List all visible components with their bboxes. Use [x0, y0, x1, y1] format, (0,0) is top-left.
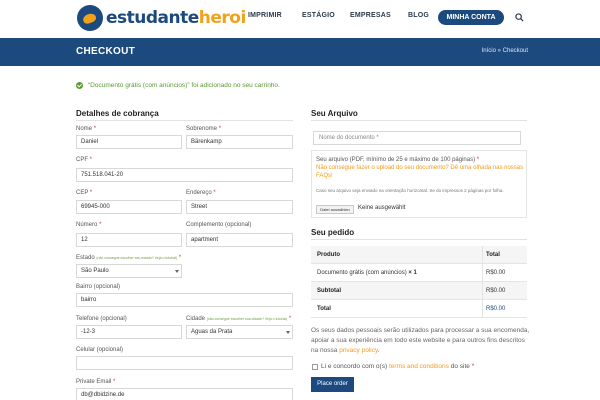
billing-divider — [76, 120, 293, 121]
check-circle-icon — [76, 82, 83, 89]
cart-notice: “Documento grátis (com anúncios)” foi ad… — [76, 82, 280, 89]
page-title-bar: CHECKOUT Início » Checkout — [0, 38, 600, 66]
email-input[interactable]: db@dbidzine.de — [76, 388, 293, 400]
estado-label: Estado (não consegue escolher seu estado… — [76, 255, 182, 261]
pedido-heading: Seu pedido — [311, 228, 355, 237]
sobrenome-input[interactable]: Bärenkamp — [186, 135, 293, 149]
order-item-row: Documento grátis (com anúncios) × 1 R$0.… — [311, 264, 527, 282]
logo-icon — [77, 5, 103, 31]
col-total: Total — [486, 252, 500, 258]
telefone-input[interactable]: -12-3 — [76, 325, 182, 339]
nav-imprimir[interactable]: IMPRIMIR — [248, 12, 282, 19]
minha-conta-button[interactable]: MINHA CONTA — [438, 10, 504, 25]
item-name: Documento grátis (com anúncios) × 1 — [317, 270, 417, 276]
logo-text: estudanteheroi — [106, 8, 246, 28]
terms-checkbox[interactable] — [312, 364, 318, 370]
total-value: R$0.00 — [486, 306, 506, 312]
total-label: Total — [317, 306, 331, 312]
search-icon[interactable] — [515, 13, 524, 22]
nav-empresas[interactable]: EMPRESAS — [350, 12, 391, 19]
choose-file-button[interactable]: Datei auswählen — [316, 205, 354, 214]
email-label: Private Email * — [76, 379, 116, 385]
cep-input[interactable]: 69945-000 — [76, 200, 182, 214]
upload-note: Caso seu arquivo seja enviado na orienta… — [316, 188, 504, 193]
nav-estagio[interactable]: ESTÁGIO — [302, 12, 335, 19]
item-total: R$0.00 — [486, 270, 506, 276]
arquivo-divider — [311, 120, 527, 121]
page-title: CHECKOUT — [76, 46, 136, 57]
complemento-label: Complemento (opcional) — [186, 222, 252, 228]
top-navbar: estudanteheroi IMPRIMIR ESTÁGIO EMPRESAS… — [0, 0, 600, 38]
estado-tutorial-link[interactable]: (não consegue escolher seu estado? Veja … — [96, 256, 177, 260]
endereco-input[interactable]: Street — [186, 200, 293, 214]
upload-instructions: Seu arquivo (PDF, mínimo de 25 e máximo … — [316, 157, 524, 179]
breadcrumb[interactable]: Início » Checkout — [482, 48, 528, 54]
cep-label: CEP * — [76, 190, 93, 196]
nome-input[interactable]: Daniel — [76, 135, 182, 149]
celular-input[interactable] — [76, 356, 293, 370]
chevron-down-icon — [175, 270, 179, 273]
sobrenome-label: Sobrenome * — [186, 126, 222, 132]
pedido-divider — [311, 239, 527, 240]
col-product: Produto — [317, 252, 340, 258]
upload-faq-link[interactable]: Não consegue fazer o upload do seu docum… — [316, 165, 523, 179]
numero-input[interactable]: 12 — [76, 233, 182, 247]
terms-label: Li e concordo com o(s) terms and conditi… — [321, 363, 475, 370]
cidade-tutorial-link[interactable]: (não consegue escolher sua cidade? Veja … — [207, 317, 288, 321]
telefone-label: Telefone (opcional) — [76, 316, 127, 322]
celular-label: Celular (opcional) — [76, 347, 124, 353]
table-divider — [482, 246, 483, 318]
total-row: Total R$0.00 — [311, 300, 527, 318]
nav-blog[interactable]: BLOG — [408, 12, 429, 19]
chevron-down-icon — [286, 331, 290, 334]
bairro-label: Bairro (opcional) — [76, 284, 121, 290]
nome-label: Nome * — [76, 126, 97, 132]
order-table-header: Produto Total — [311, 246, 527, 264]
arquivo-heading: Seu Arquivo — [311, 109, 358, 118]
site-logo[interactable]: estudanteheroi — [77, 4, 246, 32]
cidade-select[interactable]: Aguas da Prata — [186, 325, 293, 339]
file-status: Keine ausgewählt — [358, 205, 406, 211]
numero-label: Número * — [76, 222, 102, 228]
cpf-input[interactable]: 751.518.041-20 — [76, 168, 293, 182]
subtotal-row: Subtotal R$0.00 — [311, 282, 527, 300]
complemento-input[interactable]: apartment — [186, 233, 293, 247]
billing-heading: Detalhes de cobrança — [76, 109, 159, 118]
document-name-input[interactable]: Nome do documento * — [313, 131, 521, 145]
place-order-button[interactable]: Place order — [311, 377, 354, 392]
subtotal-value: R$0.00 — [486, 288, 506, 294]
notice-text: “Documento grátis (com anúncios)” foi ad… — [88, 82, 280, 89]
privacy-policy-link[interactable]: privacy policy — [339, 347, 378, 354]
cidade-label: Cidade (não consegue escolher sua cidade… — [186, 316, 292, 322]
bairro-input[interactable]: bairro — [76, 293, 293, 307]
terms-link[interactable]: terms and conditions — [389, 363, 449, 370]
privacy-notice: Os seus dados pessoais serão utilizados … — [311, 327, 530, 354]
subtotal-label: Subtotal — [317, 288, 341, 294]
endereco-label: Endereço * — [186, 190, 216, 196]
cpf-label: CPF * — [76, 157, 93, 163]
estado-select[interactable]: São Paulo — [76, 264, 182, 278]
